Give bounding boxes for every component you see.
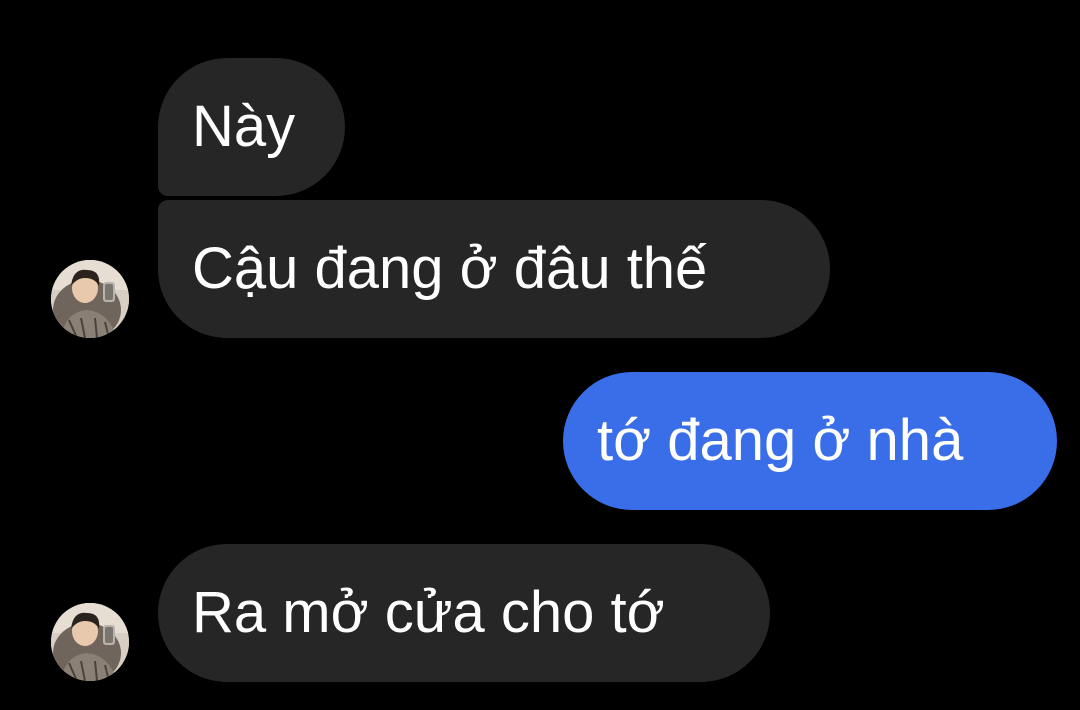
message-text: Ra mở cửa cho tớ	[192, 580, 665, 645]
chat-thread: Này Cậu đang ở đâu thế tớ đang ở nhà Ra …	[0, 0, 1080, 710]
message-text: Cậu đang ở đâu thế	[192, 236, 708, 301]
message-bubble-incoming[interactable]: Này	[158, 58, 345, 196]
message-bubble-incoming[interactable]: Cậu đang ở đâu thế	[158, 200, 830, 338]
avatar-photo-icon	[51, 603, 129, 681]
message-text: Này	[192, 94, 296, 159]
message-bubble-outgoing[interactable]: tớ đang ở nhà	[563, 372, 1057, 510]
message-bubble-incoming[interactable]: Ra mở cửa cho tớ	[158, 544, 770, 682]
avatar-photo-icon	[51, 260, 129, 338]
message-text: tớ đang ở nhà	[597, 408, 964, 473]
contact-avatar[interactable]	[51, 260, 129, 338]
contact-avatar[interactable]	[51, 603, 129, 681]
